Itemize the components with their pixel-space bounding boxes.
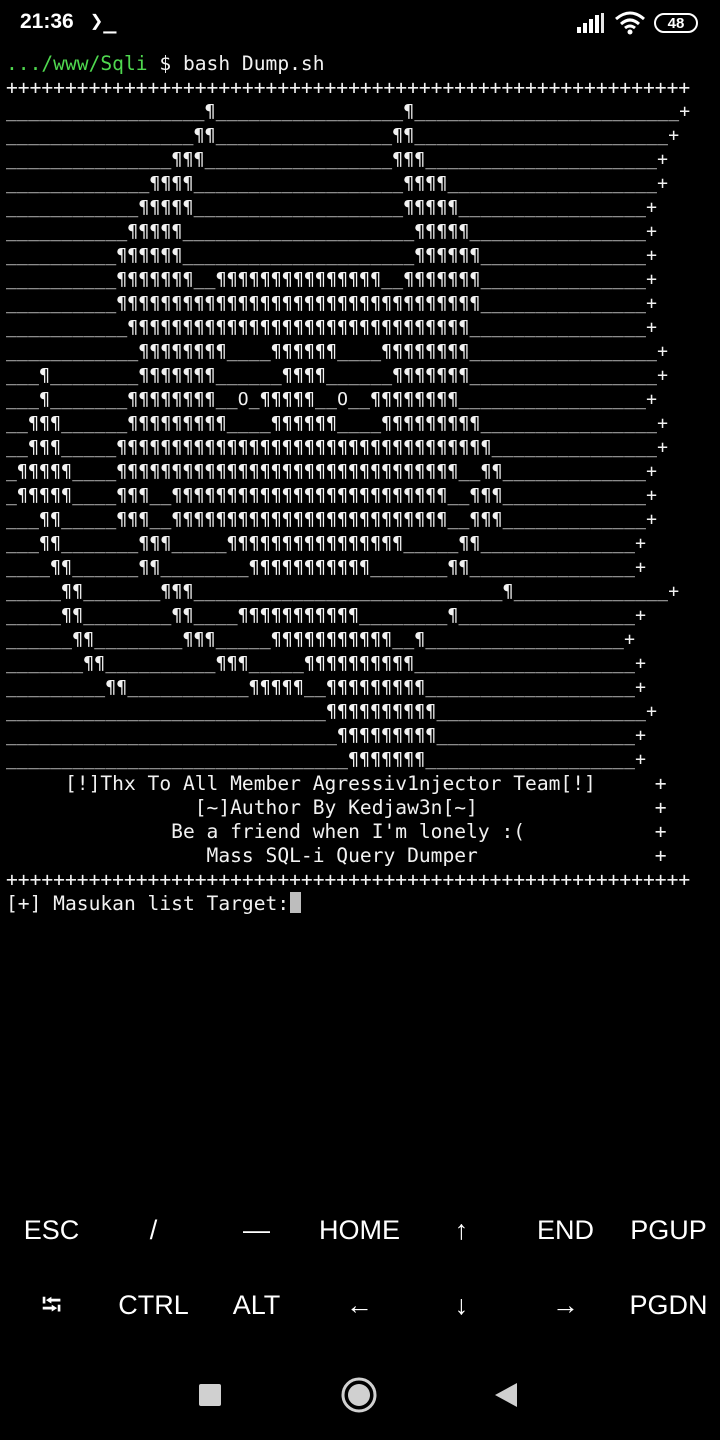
- ascii-art-line: ___¶________¶¶¶¶¶¶¶______¶¶¶¶______¶¶¶¶¶…: [6, 365, 669, 386]
- ascii-art-line: ___¶¶_____¶¶¶__¶¶¶¶¶¶¶¶¶¶¶¶¶¶¶¶¶¶¶¶¶¶¶¶¶…: [6, 509, 658, 530]
- signal-icon: [577, 13, 604, 33]
- ascii-art-line: _____¶¶________¶¶____¶¶¶¶¶¶¶¶¶¶¶________…: [6, 605, 647, 626]
- key-1-1[interactable]: CTRL: [102, 1270, 205, 1340]
- key-0-1[interactable]: /: [102, 1195, 205, 1265]
- terminal-output[interactable]: .../www/Sqli $ bash Dump.sh ++++++++++++…: [6, 52, 714, 1192]
- ascii-art-line: _____________¶¶¶¶___________________¶¶¶¶…: [6, 173, 669, 194]
- ascii-art-line: __¶¶¶_____¶¶¶¶¶¶¶¶¶¶¶¶¶¶¶¶¶¶¶¶¶¶¶¶¶¶¶¶¶¶…: [6, 437, 669, 458]
- key-1-4[interactable]: ↓: [410, 1270, 513, 1340]
- ascii-art-line: __________¶¶¶¶¶¶¶¶¶¶¶¶¶¶¶¶¶¶¶¶¶¶¶¶¶¶¶¶¶¶…: [6, 293, 658, 314]
- recents-button[interactable]: [180, 1365, 240, 1425]
- ascii-art-line: _________________¶¶________________¶¶___…: [6, 125, 680, 146]
- key-0-4[interactable]: ↑: [410, 1195, 513, 1265]
- clock: 21:36: [20, 10, 74, 33]
- ascii-art-line: _____¶¶_______¶¶¶_______________________…: [6, 581, 680, 602]
- ascii-art-line: _________¶¶___________¶¶¶¶¶__¶¶¶¶¶¶¶¶¶__…: [6, 677, 647, 698]
- ascii-art-line: __________________¶_________________¶___…: [6, 101, 691, 122]
- ascii-art-line: ______¶¶________¶¶¶_____¶¶¶¶¶¶¶¶¶¶¶__¶__…: [6, 629, 636, 650]
- border-bottom: ++++++++++++++++++++++++++++++++++++++++…: [6, 868, 691, 891]
- ascii-art-line: ___________¶¶¶¶¶_____________________¶¶¶…: [6, 221, 658, 242]
- credits-block: [!]Thx To All Member Agressiv1njector Te…: [6, 772, 714, 868]
- back-triangle-icon: [495, 1383, 517, 1407]
- ascii-art-line: __________¶¶¶¶¶¶¶__¶¶¶¶¶¶¶¶¶¶¶¶¶¶¶__¶¶¶¶…: [6, 269, 658, 290]
- key-1-2[interactable]: ALT: [205, 1270, 308, 1340]
- text-cursor: [290, 892, 302, 913]
- battery-icon: 48: [654, 13, 698, 33]
- extra-keys-row-1: ESC / — HOME ↑ END PGUP: [0, 1195, 720, 1265]
- key-1-3[interactable]: ←: [308, 1270, 411, 1340]
- ascii-art: __________________¶_________________¶___…: [6, 100, 714, 772]
- input-prompt: [+] Masukan list Target:: [6, 892, 290, 915]
- key-1-6[interactable]: PGDN: [617, 1270, 720, 1340]
- home-button[interactable]: [329, 1365, 389, 1425]
- ascii-art-line: _¶¶¶¶¶____¶¶¶__¶¶¶¶¶¶¶¶¶¶¶¶¶¶¶¶¶¶¶¶¶¶¶¶¶…: [6, 485, 658, 506]
- ascii-art-line: ______________________________¶¶¶¶¶¶¶¶¶_…: [6, 725, 647, 746]
- wifi-icon: [615, 11, 645, 35]
- credit-line: Mass SQL-i Query Dumper +: [6, 844, 667, 867]
- ascii-art-line: ____________¶¶¶¶¶¶¶¶____¶¶¶¶¶¶____¶¶¶¶¶¶…: [6, 341, 669, 362]
- key-0-0[interactable]: ESC: [0, 1195, 103, 1265]
- key-1-5[interactable]: →: [514, 1270, 617, 1340]
- ascii-art-line: __________¶¶¶¶¶¶_____________________¶¶¶…: [6, 245, 658, 266]
- credit-line: [~]Author By Kedjaw3n[~] +: [6, 796, 667, 819]
- border-top: ++++++++++++++++++++++++++++++++++++++++…: [6, 76, 691, 99]
- ascii-art-line: _____________________________¶¶¶¶¶¶¶¶¶¶_…: [6, 701, 658, 722]
- battery-level: 48: [667, 15, 685, 32]
- ascii-art-line: _¶¶¶¶¶____¶¶¶¶¶¶¶¶¶¶¶¶¶¶¶¶¶¶¶¶¶¶¶¶¶¶¶¶¶¶…: [6, 461, 658, 482]
- back-button[interactable]: [476, 1365, 536, 1425]
- prompt-path: .../www/Sqli: [6, 52, 148, 75]
- key-0-6[interactable]: PGUP: [617, 1195, 720, 1265]
- key-0-2[interactable]: —: [205, 1195, 308, 1265]
- prompt-command: bash Dump.sh: [182, 52, 325, 75]
- navigation-bar: [0, 1345, 720, 1440]
- ascii-art-line: ____________¶¶¶¶¶___________________¶¶¶¶…: [6, 197, 658, 218]
- ascii-art-line: ____¶¶______¶¶________¶¶¶¶¶¶¶¶¶¶¶_______…: [6, 557, 647, 578]
- ascii-art-line: __¶¶¶______¶¶¶¶¶¶¶¶¶____¶¶¶¶¶¶____¶¶¶¶¶¶…: [6, 413, 669, 434]
- credit-line: [!]Thx To All Member Agressiv1njector Te…: [6, 772, 667, 795]
- ascii-art-line: ___¶¶_______¶¶¶_____¶¶¶¶¶¶¶¶¶¶¶¶¶¶¶¶____…: [6, 533, 647, 554]
- credit-line: Be a friend when I'm lonely :( +: [6, 820, 667, 843]
- command-line: .../www/Sqli $ bash Dump.sh: [6, 52, 714, 76]
- ascii-art-line: _______¶¶__________¶¶¶_____¶¶¶¶¶¶¶¶¶¶___…: [6, 653, 647, 674]
- square-icon: [199, 1384, 221, 1406]
- extra-keys-row-2: ⭾ CTRL ALT ← ↓ → PGDN: [0, 1270, 720, 1340]
- status-bar: 21:36 ❯_ 48: [0, 0, 720, 50]
- key-1-0[interactable]: ⭾: [0, 1270, 103, 1340]
- terminal-icon: ❯_: [90, 9, 117, 34]
- prompt-symbol: $: [159, 52, 172, 75]
- circle-icon: [341, 1377, 377, 1413]
- extra-keys-bar: ESC / — HOME ↑ END PGUP ⭾ CTRL ALT ← ↓ → PGDN: [0, 1195, 720, 1345]
- ascii-art-line: ___________¶¶¶¶¶¶¶¶¶¶¶¶¶¶¶¶¶¶¶¶¶¶¶¶¶¶¶¶¶…: [6, 317, 658, 338]
- key-0-5[interactable]: END: [514, 1195, 617, 1265]
- ascii-art-line: ___¶_______¶¶¶¶¶¶¶¶__O_¶¶¶¶¶__O__¶¶¶¶¶¶¶…: [6, 389, 658, 410]
- input-line[interactable]: [+] Masukan list Target:: [6, 892, 714, 916]
- key-0-3[interactable]: HOME: [308, 1195, 411, 1265]
- ascii-art-line: _______________¶¶¶_________________¶¶¶__…: [6, 149, 669, 170]
- ascii-art-line: _______________________________¶¶¶¶¶¶¶__…: [6, 749, 647, 770]
